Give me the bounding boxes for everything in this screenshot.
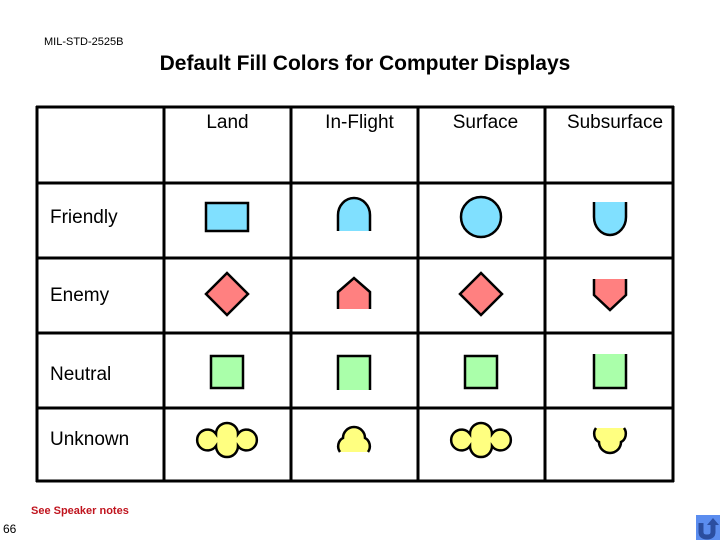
symbol-unknown-in-flight-cloud-up [336,425,372,453]
symbol-friendly-subsurface-u-shape [592,202,628,237]
row-header-unknown: Unknown [50,429,130,450]
symbol-unknown-surface-quatrefoil [449,421,513,459]
symbol-friendly-in-flight-arch [336,196,372,231]
symbol-unknown-land-quatrefoil [195,421,259,459]
symbol-neutral-subsurface-open-top-square [592,354,628,390]
symbol-friendly-land-rectangle [204,201,250,233]
column-header-land: Land [206,112,249,133]
symbol-neutral-surface-square [463,354,499,390]
symbol-enemy-subsurface-pentagon-down [592,279,628,312]
column-header-surface: Surface [452,112,519,133]
column-header-in-flight: In-Flight [325,112,394,133]
row-header-friendly: Friendly [50,207,118,228]
speaker-notes-link[interactable]: See Speaker notes [31,505,129,517]
column-header-subsurface: Subsurface [566,112,664,133]
symbol-friendly-surface-circle [459,195,503,239]
symbol-neutral-land-square [209,354,245,390]
row-header-enemy: Enemy [50,285,110,306]
return-arrow-icon [698,518,719,540]
symbol-unknown-subsurface-cloud-down [592,427,628,455]
symbol-enemy-surface-diamond [458,271,504,317]
symbol-neutral-in-flight-open-bottom-square [336,354,372,390]
symbol-enemy-in-flight-pentagon-up [336,276,372,309]
row-header-neutral: Neutral [50,364,112,385]
symbol-enemy-land-diamond [204,271,250,317]
page-number: 66 [3,522,17,536]
return-button[interactable] [696,515,720,540]
symbol-table [35,105,675,483]
